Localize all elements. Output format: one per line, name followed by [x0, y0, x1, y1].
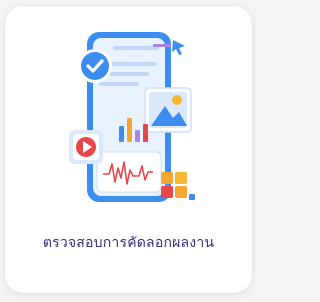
play-video-icon: [69, 130, 103, 164]
grid-apps-icon: [161, 172, 195, 200]
image-icon: [144, 87, 192, 133]
plagiarism-check-card[interactable]: ตรวจสอบการคัดลอกผลงาน: [5, 6, 252, 293]
check-badge-icon: [78, 49, 112, 83]
plagiarism-check-illustration: [69, 32, 195, 202]
card-label: ตรวจสอบการคัดลอกผลงาน: [42, 235, 215, 251]
